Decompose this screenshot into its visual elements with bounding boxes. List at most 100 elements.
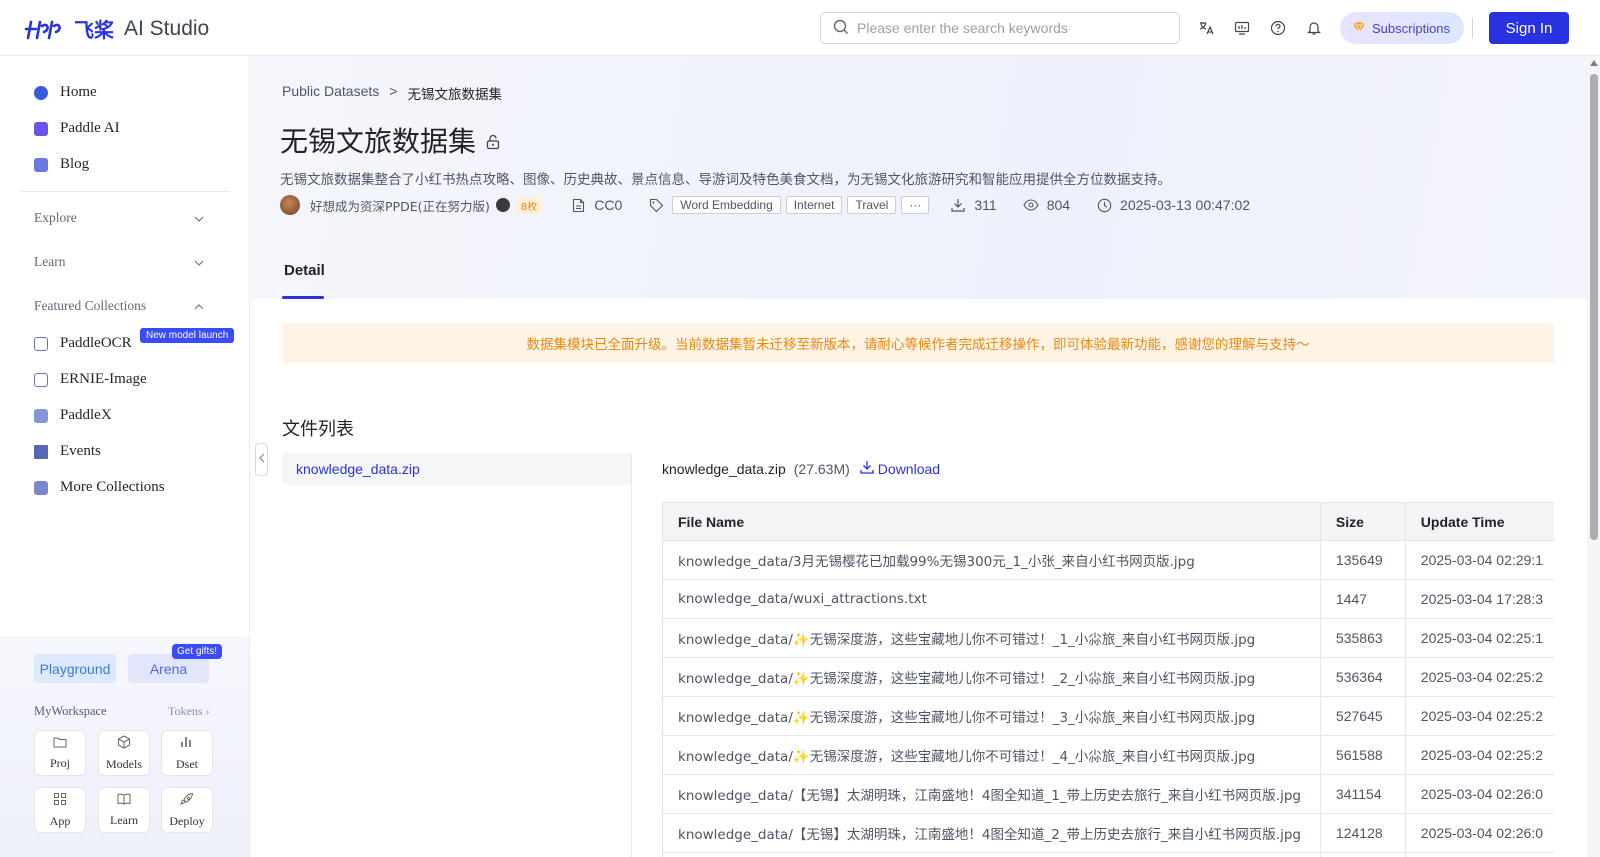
monitor-icon[interactable] xyxy=(1232,18,1252,38)
cell-file-name: knowledge_data/【无锡】太湖明珠，江南盛地！4图全知道_2_带上历… xyxy=(662,813,1321,853)
ernie-image-icon xyxy=(34,372,48,387)
selected-file-name: knowledge_data.zip xyxy=(662,460,786,477)
table-row: knowledge_data/✨无锡深度游，这些宝藏地儿你不可错过！_1_小尛旅… xyxy=(662,618,1554,658)
table-row: knowledge_data/wuxi_attractions.txt 1447 2… xyxy=(662,579,1554,619)
more-collections-icon xyxy=(34,480,48,495)
cell-update-time: 2025-03-04 02:25:1 xyxy=(1404,618,1554,658)
cell-size: 135649 xyxy=(1319,540,1406,580)
breadcrumb: Public Datasets > 无锡文旅数据集 xyxy=(282,83,502,103)
table-row: knowledge_data/3月无锡樱花已加载99%无锡300元_1_小张_来… xyxy=(662,540,1554,580)
tag-chip[interactable]: Word Embedding xyxy=(672,196,781,214)
cell-update-time: 2025-03-04 02:25:2 xyxy=(1404,735,1554,775)
sidebar-item-label: ERNIE-Image xyxy=(60,371,147,387)
bell-icon[interactable] xyxy=(1304,18,1324,38)
tile-label: Dset xyxy=(176,756,198,771)
cell-file-name: knowledge_data/wuxi_attractions.txt xyxy=(662,579,1321,619)
home-icon xyxy=(34,85,48,100)
download-icon xyxy=(860,460,874,477)
search-input[interactable] xyxy=(857,20,1157,36)
workspace-tile-dset[interactable]: Dset xyxy=(161,730,213,776)
rocket-icon xyxy=(180,792,194,810)
sidebar-item-label: PaddleX xyxy=(60,407,112,423)
sidebar-item-label: Home xyxy=(60,84,97,100)
download-label: Download xyxy=(877,460,941,477)
sidebar-item-paddlex[interactable]: PaddleX xyxy=(34,407,112,424)
more-tags-button[interactable]: ··· xyxy=(901,196,930,214)
workspace-label: MyWorkspace xyxy=(34,704,107,718)
unlock-icon xyxy=(486,124,500,157)
workspace-tile-app[interactable]: App xyxy=(34,787,86,833)
cell-update-time xyxy=(1404,852,1554,857)
cell-file-name: knowledge_data/✨无锡深度游，这些宝藏地儿你不可错过！_1_小尛旅… xyxy=(662,618,1321,658)
cell-size: 1447 xyxy=(1319,579,1406,619)
download-button[interactable]: Download xyxy=(860,460,940,477)
translate-icon[interactable] xyxy=(1196,18,1216,38)
page-scrollbar[interactable] xyxy=(1587,56,1600,857)
migration-notice: 数据集模块已全面升级。当前数据集暂未迁移至新版本，请耐心等候作者完成迁移操作，即… xyxy=(282,323,1554,363)
cell-file-name: knowledge_data/✨无锡深度游，这些宝藏地儿你不可错过！_4_小尛旅… xyxy=(662,735,1321,775)
tag-chip[interactable]: Internet xyxy=(785,196,843,214)
sidebar-item-paddle-ai[interactable]: Paddle AI xyxy=(34,120,120,137)
logo[interactable]: 飞桨 AI Studio xyxy=(24,14,209,43)
column-header-update-time: Update Time xyxy=(1404,502,1554,541)
workspace-tile-models[interactable]: Models xyxy=(98,730,150,776)
sidebar-item-events[interactable]: Events xyxy=(34,443,101,460)
sidebar-item-paddleocr[interactable]: PaddleOCR xyxy=(34,335,132,352)
sidebar-item-blog[interactable]: Blog xyxy=(34,156,89,173)
download-count-icon xyxy=(950,197,966,213)
cell-update-time: 2025-03-04 17:28:3 xyxy=(1404,579,1554,619)
apps-grid-icon xyxy=(53,792,67,810)
scroll-up-arrow-icon[interactable] xyxy=(1590,60,1598,66)
sign-in-button[interactable]: Sign In xyxy=(1489,12,1569,44)
sidebar-section-explore[interactable]: Explore xyxy=(34,210,204,226)
table-row: knowledge_data/【无锡】太湖明珠，江南盛地！4图全知道_1_带上历… xyxy=(662,774,1554,814)
file-list-item[interactable]: knowledge_data.zip xyxy=(282,453,631,485)
section-label: Explore xyxy=(34,210,77,225)
section-label: Learn xyxy=(34,254,66,269)
logo-product-name: AI Studio xyxy=(124,16,210,40)
search-icon xyxy=(833,19,849,38)
tokens-link[interactable]: Tokens › xyxy=(168,704,210,719)
tokens-label: Tokens xyxy=(168,704,203,718)
sidebar-item-label: Events xyxy=(60,443,101,459)
selected-file-header: knowledge_data.zip (27.63M) Download xyxy=(662,460,940,477)
search-box[interactable] xyxy=(820,12,1180,44)
cell-size: 124128 xyxy=(1319,813,1406,853)
cell-size xyxy=(1319,852,1406,857)
file-table-container[interactable]: File Name Size Update Time knowledge_dat… xyxy=(662,502,1554,857)
help-icon[interactable] xyxy=(1268,18,1288,38)
sidebar-item-ernie-image[interactable]: ERNIE-Image xyxy=(34,371,147,388)
workspace-tile-learn[interactable]: Learn xyxy=(98,787,150,833)
new-model-badge: New model launch xyxy=(140,328,235,343)
gifts-badge: Get gifts! xyxy=(172,644,223,659)
tile-label: Models xyxy=(106,756,142,771)
avatar[interactable] xyxy=(280,195,300,215)
table-row: knowledge_data/✨无锡深度游，这些宝藏地儿你不可错过！_2_小尛旅… xyxy=(662,657,1554,697)
cell-file-name xyxy=(662,852,1321,857)
file-panel-divider xyxy=(631,453,632,857)
sidebar-item-home[interactable]: Home xyxy=(34,84,97,101)
table-row xyxy=(662,852,1554,857)
workspace-tile-deploy[interactable]: Deploy xyxy=(161,787,213,833)
workspace-tile-proj[interactable]: Proj xyxy=(34,730,86,776)
file-table: File Name Size Update Time knowledge_dat… xyxy=(662,502,1554,857)
cell-size: 561588 xyxy=(1319,735,1406,775)
sidebar-section-featured[interactable]: Featured Collections xyxy=(34,298,204,314)
tile-label: App xyxy=(49,813,71,828)
cube-icon xyxy=(117,734,131,753)
cell-update-time: 2025-03-04 02:29:1 xyxy=(1404,540,1554,580)
author-name[interactable]: 好想成为资深PPDE(正在努力版) xyxy=(310,196,490,215)
sidebar-divider xyxy=(20,191,230,192)
sidebar-collapse-toggle[interactable] xyxy=(255,443,268,476)
chevron-up-icon xyxy=(194,298,204,314)
scrollbar-thumb[interactable] xyxy=(1590,74,1598,540)
tab-detail[interactable]: Detail xyxy=(282,262,327,279)
subscriptions-button[interactable]: Subscriptions xyxy=(1340,12,1465,44)
playground-button[interactable]: Playground xyxy=(34,654,116,683)
sidebar-section-learn[interactable]: Learn xyxy=(34,254,204,270)
sidebar-item-more-collections[interactable]: More Collections xyxy=(34,479,165,496)
cell-update-time: 2025-03-04 02:25:2 xyxy=(1404,657,1554,697)
eye-icon xyxy=(1023,197,1039,213)
breadcrumb-public-datasets[interactable]: Public Datasets xyxy=(282,83,379,103)
tag-chip[interactable]: Travel xyxy=(847,196,897,214)
